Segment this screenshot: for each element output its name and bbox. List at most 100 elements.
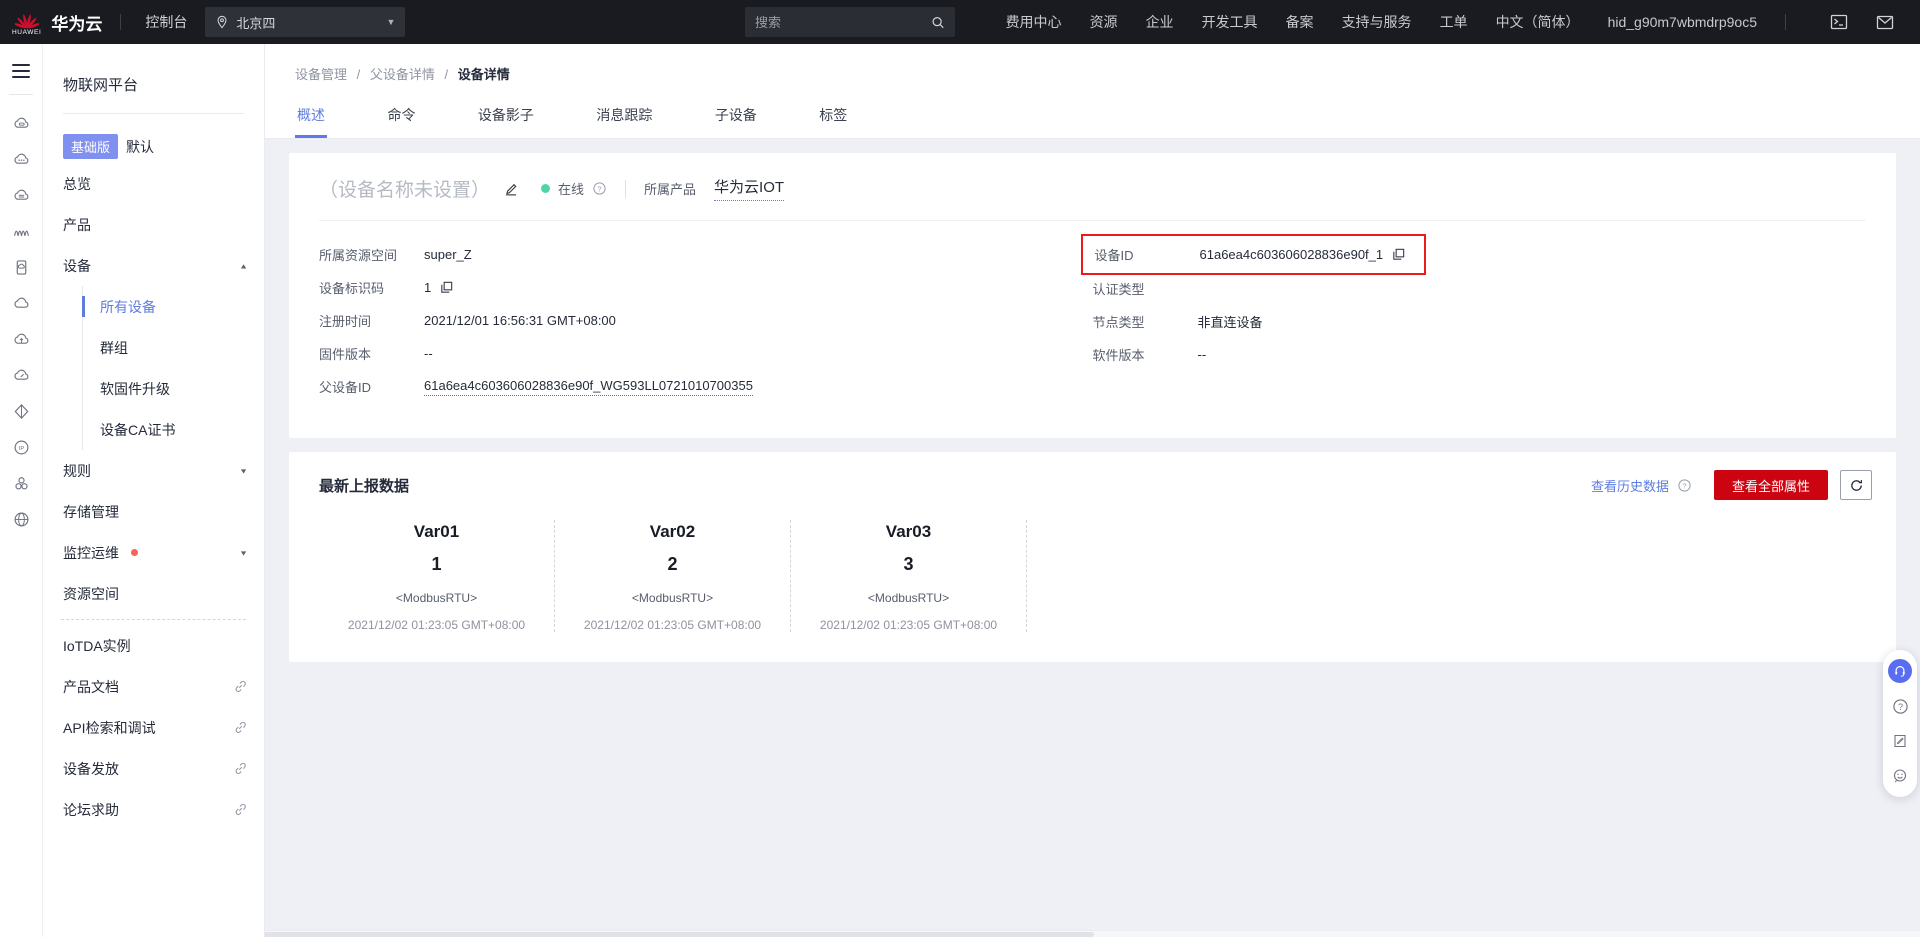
cloud-server-icon[interactable] <box>7 177 35 213</box>
sidebar-item-device-provisioning[interactable]: 设备发放 <box>43 748 264 789</box>
nav-language[interactable]: 中文（简体） <box>1496 12 1580 32</box>
waveform-icon[interactable] <box>7 213 35 249</box>
sidebar-item-label: IoTDA实例 <box>63 636 131 656</box>
sidebar-item-all-devices[interactable]: 所有设备 <box>83 286 264 327</box>
breadcrumb: 设备管理 / 父设备详情 / 设备详情 <box>265 44 1920 97</box>
device-status: 在线 <box>558 179 584 198</box>
horizontal-scrollbar[interactable] <box>43 930 1920 937</box>
property-value: 1 <box>327 554 546 575</box>
nav-enterprise[interactable]: 企业 <box>1146 12 1174 32</box>
external-link-icon <box>233 720 248 735</box>
brand-name: 华为云 <box>51 10 102 35</box>
nav-icp[interactable]: 备案 <box>1286 12 1314 32</box>
status-help-icon[interactable]: ? <box>592 181 607 196</box>
property-card-var03[interactable]: Var03 3 <ModbusRTU> 2021/12/02 01:23:05 … <box>791 520 1027 632</box>
huawei-logo[interactable]: HUAWEI <box>12 9 41 36</box>
property-name: Var02 <box>563 522 782 542</box>
sidebar-item-groups[interactable]: 群组 <box>83 327 264 368</box>
tab-overview[interactable]: 概述 <box>295 97 327 138</box>
view-history-link[interactable]: 查看历史数据 <box>1591 476 1669 495</box>
product-link[interactable]: 华为云IOT <box>714 176 784 201</box>
support-headset-icon[interactable] <box>1888 659 1912 683</box>
property-name: Var03 <box>799 522 1018 542</box>
sidebar-item-forum-help[interactable]: 论坛求助 <box>43 789 264 830</box>
topbar-divider <box>1785 14 1786 30</box>
dashboard-cloud-icon[interactable] <box>7 105 35 141</box>
breadcrumb-parent-device[interactable]: 父设备详情 <box>370 67 435 82</box>
field-value: 1 <box>424 280 431 295</box>
sidebar-item-resource-space[interactable]: 资源空间 <box>43 573 264 614</box>
field-value: 2021/12/01 16:56:31 GMT+08:00 <box>424 313 616 328</box>
sidebar-item-storage[interactable]: 存储管理 <box>43 491 264 532</box>
nav-support[interactable]: 支持与服务 <box>1342 12 1412 32</box>
notification-dot <box>131 549 138 556</box>
sidebar-item-devices[interactable]: 设备 ▲ <box>43 245 264 286</box>
sidebar-item-label: 资源空间 <box>63 584 119 604</box>
device-id-value: 61a6ea4c603606028836e90f_1 <box>1200 247 1384 262</box>
help-icon[interactable]: ? <box>1888 694 1912 718</box>
tab-tags[interactable]: 标签 <box>817 97 849 138</box>
globe-icon[interactable] <box>7 501 35 537</box>
support-panel: ? <box>1883 650 1917 797</box>
sidebar-item-iotda-instance[interactable]: IoTDA实例 <box>43 625 264 666</box>
ip-address-icon[interactable]: IP <box>7 429 35 465</box>
tab-commands[interactable]: 命令 <box>385 97 417 138</box>
sidebar-dashed-divider <box>61 619 246 620</box>
sidebar-item-products[interactable]: 产品 <box>43 204 264 245</box>
view-all-properties-button[interactable]: 查看全部属性 <box>1714 470 1828 500</box>
rule-prism-icon[interactable] <box>7 393 35 429</box>
sidebar-item-firmware-upgrade[interactable]: 软固件升级 <box>83 368 264 409</box>
sidebar-item-label: 规则 <box>63 461 91 481</box>
product-label: 所属产品 <box>644 179 696 198</box>
sidebar-item-label: 软固件升级 <box>100 379 170 399</box>
sidebar-item-rules[interactable]: 规则 ▼ <box>43 450 264 491</box>
field-label: 所属资源空间 <box>319 245 424 264</box>
tab-child-devices[interactable]: 子设备 <box>713 97 759 138</box>
sidebar-item-monitoring[interactable]: 监控运维 ▼ <box>43 532 264 573</box>
cloud-icon[interactable] <box>7 285 35 321</box>
tab-device-shadow[interactable]: 设备影子 <box>476 97 536 138</box>
field-device-id: 设备ID 61a6ea4c603606028836e90f_1 <box>1095 245 1412 264</box>
cloud-monitor-icon[interactable] <box>7 357 35 393</box>
field-label: 固件版本 <box>319 344 424 363</box>
sidebar-divider <box>63 113 244 114</box>
location-pin-icon <box>215 15 229 29</box>
search-input[interactable] <box>755 15 931 30</box>
messages-icon[interactable] <box>1876 15 1894 30</box>
history-help-icon[interactable]: ? <box>1677 478 1692 493</box>
menu-icon[interactable] <box>12 60 30 82</box>
survey-smiley-icon[interactable] <box>1888 764 1912 788</box>
region-selector[interactable]: 北京四 ▼ <box>205 7 405 37</box>
svg-text:?: ? <box>597 184 601 193</box>
cloud-upload-icon[interactable] <box>7 321 35 357</box>
sidebar-item-api-explorer[interactable]: API检索和调试 <box>43 707 264 748</box>
cli-terminal-icon[interactable] <box>1830 14 1848 30</box>
nav-resources[interactable]: 资源 <box>1090 12 1118 32</box>
property-card-var01[interactable]: Var01 1 <ModbusRTU> 2021/12/02 01:23:05 … <box>319 520 555 632</box>
sidebar-item-overview[interactable]: 总览 <box>43 163 264 204</box>
refresh-button[interactable] <box>1840 470 1872 500</box>
detail-col-left: 所属资源空间 super_Z 设备标识码 1 注册时间 2021/12/01 1… <box>319 245 1093 410</box>
nav-devtools[interactable]: 开发工具 <box>1202 12 1258 32</box>
content-area: （设备名称未设置） 在线 ? 所属产品 华为云IOT 所属资源空间 super_… <box>265 139 1920 676</box>
cluster-icon[interactable] <box>7 465 35 501</box>
sidebar-item-label: 存储管理 <box>63 502 119 522</box>
search-icon[interactable] <box>931 15 945 30</box>
edit-icon[interactable] <box>502 180 519 197</box>
feedback-icon[interactable] <box>1888 729 1912 753</box>
parent-device-id-link[interactable]: 61a6ea4c603606028836e90f_WG593LL07210107… <box>424 378 753 396</box>
nav-billing[interactable]: 费用中心 <box>1006 12 1062 32</box>
account-name[interactable]: hid_g90m7wbmdrp9oc5 <box>1608 14 1757 30</box>
console-link[interactable]: 控制台 <box>145 12 187 32</box>
nav-ticket[interactable]: 工单 <box>1440 12 1468 32</box>
sidebar-item-product-docs[interactable]: 产品文档 <box>43 666 264 707</box>
cloud-more-icon[interactable] <box>7 141 35 177</box>
copy-icon[interactable] <box>1391 247 1406 262</box>
tab-message-trace[interactable]: 消息跟踪 <box>594 97 654 138</box>
breadcrumb-device-management[interactable]: 设备管理 <box>295 67 347 82</box>
sidebar-item-device-ca[interactable]: 设备CA证书 <box>83 409 264 450</box>
copy-icon[interactable] <box>439 280 454 295</box>
property-card-var02[interactable]: Var02 2 <ModbusRTU> 2021/12/02 01:23:05 … <box>555 520 791 632</box>
device-cloud-icon[interactable] <box>7 249 35 285</box>
field-auth-type: 认证类型 <box>1093 279 1867 298</box>
